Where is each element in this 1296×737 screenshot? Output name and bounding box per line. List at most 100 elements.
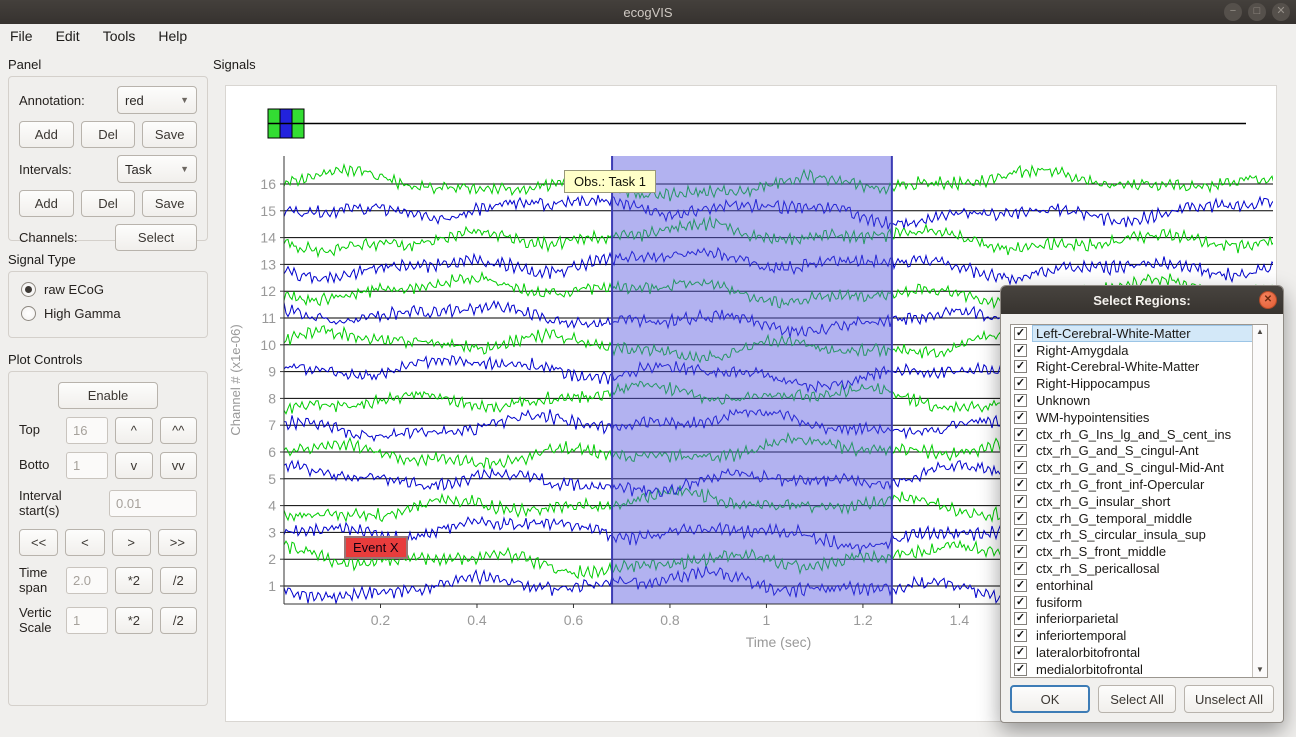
region-list-item[interactable]: ✓ctx_rh_G_and_S_cingul-Ant	[1011, 443, 1252, 460]
checkbox-checked-icon[interactable]: ✓	[1014, 596, 1027, 609]
region-item-label: inferiorparietal	[1033, 611, 1252, 626]
annotation-combobox[interactable]: red ▼	[117, 86, 197, 114]
region-list-item[interactable]: ✓entorhinal	[1011, 577, 1252, 594]
menu-help[interactable]: Help	[158, 26, 198, 46]
checkbox-checked-icon[interactable]: ✓	[1014, 360, 1027, 373]
region-list-item[interactable]: ✓ctx_rh_S_front_middle	[1011, 543, 1252, 560]
region-list-item[interactable]: ✓ ctx_rh_G_temporal_middle	[1011, 510, 1252, 527]
enable-button[interactable]: Enable	[58, 382, 158, 409]
checkbox-checked-icon[interactable]: ✓	[1014, 629, 1027, 642]
region-list-item[interactable]: ✓ctx_rh_S_circular_insula_sup	[1011, 527, 1252, 544]
down-down-button[interactable]: vv	[160, 452, 197, 479]
fast-forward-button[interactable]: >>	[158, 529, 197, 556]
up-button[interactable]: ^	[115, 417, 152, 444]
region-list-item[interactable]: ✓medialorbitofrontal	[1011, 661, 1252, 678]
annotation-del-button[interactable]: Del	[81, 121, 136, 148]
checkbox-checked-icon[interactable]: ✓	[1014, 394, 1027, 407]
region-list-item[interactable]: ✓ctx_rh_G_and_S_cingul-Mid-Ant	[1011, 459, 1252, 476]
back-button[interactable]: <	[65, 529, 104, 556]
select-all-button[interactable]: Select All	[1098, 685, 1176, 713]
svg-text:4: 4	[268, 498, 276, 514]
annotation-save-button[interactable]: Save	[142, 121, 197, 148]
down-button[interactable]: v	[115, 452, 152, 479]
checkbox-checked-icon[interactable]: ✓	[1014, 428, 1027, 441]
checkbox-checked-icon[interactable]: ✓	[1014, 512, 1027, 525]
rewind-button[interactable]: <<	[19, 529, 58, 556]
menu-file[interactable]: File	[10, 26, 44, 46]
window-controls: − □ ✕	[1224, 3, 1290, 21]
region-list-item[interactable]: ✓ Right-Cerebral-White-Matter	[1011, 359, 1252, 376]
unselect-all-button[interactable]: Unselect All	[1184, 685, 1274, 713]
channels-select-button[interactable]: Select	[115, 224, 197, 251]
region-list-item[interactable]: ✓Right-Amygdala	[1011, 342, 1252, 359]
region-list-item[interactable]: ✓ctx_rh_G_Ins_lg_and_S_cent_ins	[1011, 426, 1252, 443]
menu-edit[interactable]: Edit	[56, 26, 91, 46]
region-list-item[interactable]: ✓WM-hypointensities	[1011, 409, 1252, 426]
scroll-down-icon[interactable]: ▼	[1253, 663, 1267, 677]
checkbox-checked-icon[interactable]: ✓	[1014, 327, 1027, 340]
vertical-scale-input[interactable]: 1	[66, 607, 108, 634]
region-list-item[interactable]: ✓lateralorbitofrontal	[1011, 644, 1252, 661]
region-list-item[interactable]: ✓Left-Cerebral-White-Matter	[1011, 325, 1252, 342]
radio-raw-ecog-label: raw ECoG	[44, 282, 104, 297]
checkbox-checked-icon[interactable]: ✓	[1014, 478, 1027, 491]
checkbox-checked-icon[interactable]: ✓	[1014, 545, 1027, 558]
region-list-item[interactable]: ✓ctx_rh_G_insular_short	[1011, 493, 1252, 510]
intervals-label: Intervals:	[19, 162, 72, 177]
radio-raw-ecog[interactable]: raw ECoG	[21, 282, 195, 297]
checkbox-checked-icon[interactable]: ✓	[1014, 579, 1027, 592]
region-list-item[interactable]: ✓Right-Hippocampus	[1011, 375, 1252, 392]
checkbox-checked-icon[interactable]: ✓	[1014, 495, 1027, 508]
channels-label: Channels:	[19, 230, 78, 245]
checkbox-checked-icon[interactable]: ✓	[1014, 444, 1027, 457]
region-list-item[interactable]: ✓ctx_rh_G_front_inf-Opercular	[1011, 476, 1252, 493]
minimize-icon[interactable]: −	[1224, 3, 1242, 21]
event-marker[interactable]: Event X	[344, 536, 408, 559]
dialog-titlebar[interactable]: Select Regions: ✕	[1001, 286, 1283, 314]
region-list-item[interactable]: ✓fusiform	[1011, 594, 1252, 611]
up-up-button[interactable]: ^^	[160, 417, 197, 444]
region-list-item[interactable]: ✓ inferiorparietal	[1011, 611, 1252, 628]
time-half-button[interactable]: /2	[160, 567, 197, 594]
radio-high-gamma[interactable]: High Gamma	[21, 306, 195, 321]
svg-text:15: 15	[260, 203, 276, 219]
checkbox-checked-icon[interactable]: ✓	[1014, 612, 1027, 625]
forward-button[interactable]: >	[112, 529, 151, 556]
checkbox-checked-icon[interactable]: ✓	[1014, 411, 1027, 424]
dialog-close-icon[interactable]: ✕	[1259, 291, 1277, 309]
svg-text:12: 12	[260, 283, 276, 299]
top-input[interactable]: 16	[66, 417, 108, 444]
interval-add-button[interactable]: Add	[19, 190, 74, 217]
intervals-combobox[interactable]: Task ▼	[117, 155, 197, 183]
checkbox-checked-icon[interactable]: ✓	[1014, 646, 1027, 659]
signals-title: Signals	[213, 57, 256, 72]
annotation-add-button[interactable]: Add	[19, 121, 74, 148]
regions-scrollbar[interactable]: ▲ ▼	[1252, 325, 1267, 677]
region-list-item[interactable]: ✓ctx_rh_S_pericallosal	[1011, 560, 1252, 577]
svg-text:16: 16	[260, 176, 276, 192]
checkbox-checked-icon[interactable]: ✓	[1014, 344, 1027, 357]
checkbox-checked-icon[interactable]: ✓	[1014, 377, 1027, 390]
interval-save-button[interactable]: Save	[142, 190, 197, 217]
vscale-double-button[interactable]: *2	[115, 607, 152, 634]
checkbox-checked-icon[interactable]: ✓	[1014, 461, 1027, 474]
checkbox-checked-icon[interactable]: ✓	[1014, 528, 1027, 541]
interval-del-button[interactable]: Del	[81, 190, 136, 217]
region-list-item[interactable]: ✓inferiortemporal	[1011, 627, 1252, 644]
bottom-input[interactable]: 1	[66, 452, 108, 479]
region-item-label: ctx_rh_G_temporal_middle	[1033, 511, 1252, 526]
scroll-up-icon[interactable]: ▲	[1253, 325, 1267, 339]
interval-start-input[interactable]: 0.01	[109, 490, 197, 517]
ok-button[interactable]: OK	[1010, 685, 1090, 713]
titlebar[interactable]: ecogVIS − □ ✕	[0, 0, 1296, 24]
checkbox-checked-icon[interactable]: ✓	[1014, 663, 1027, 676]
maximize-icon[interactable]: □	[1248, 3, 1266, 21]
close-icon[interactable]: ✕	[1272, 3, 1290, 21]
time-double-button[interactable]: *2	[115, 567, 152, 594]
menu-tools[interactable]: Tools	[103, 26, 147, 46]
region-list-item[interactable]: ✓Unknown	[1011, 392, 1252, 409]
vscale-half-button[interactable]: /2	[160, 607, 197, 634]
region-item-label: Right-Cerebral-White-Matter	[1033, 359, 1252, 374]
checkbox-checked-icon[interactable]: ✓	[1014, 562, 1027, 575]
time-span-input[interactable]: 2.0	[66, 567, 108, 594]
